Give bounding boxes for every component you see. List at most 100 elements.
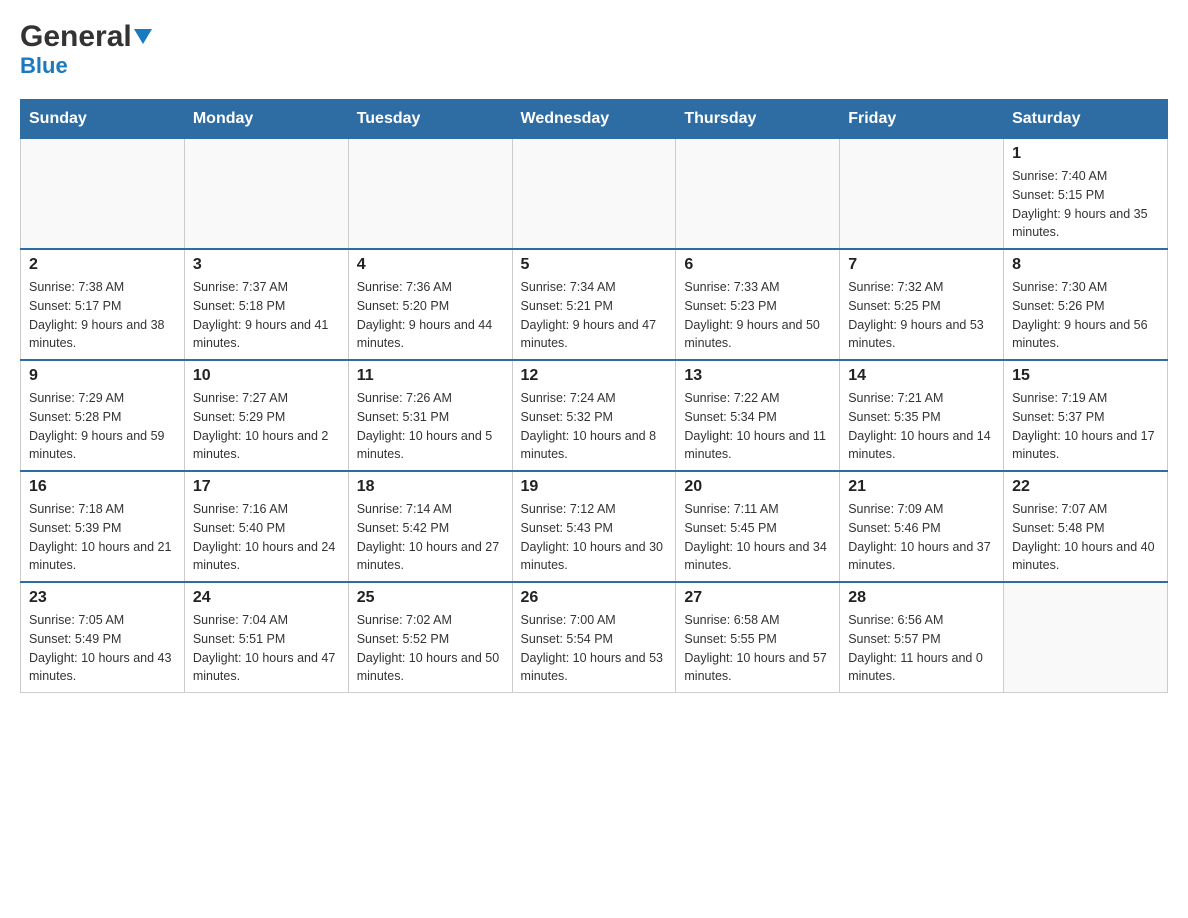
- day-info: Sunrise: 7:33 AM Sunset: 5:23 PM Dayligh…: [684, 278, 831, 353]
- calendar-cell: [184, 139, 348, 250]
- day-number: 8: [1012, 256, 1159, 274]
- day-info: Sunrise: 7:26 AM Sunset: 5:31 PM Dayligh…: [357, 389, 504, 464]
- day-info: Sunrise: 7:40 AM Sunset: 5:15 PM Dayligh…: [1012, 167, 1159, 242]
- day-number: 25: [357, 589, 504, 607]
- day-info: Sunrise: 7:12 AM Sunset: 5:43 PM Dayligh…: [521, 500, 668, 575]
- calendar-cell: 26 Sunrise: 7:00 AM Sunset: 5:54 PM Dayli…: [512, 582, 676, 693]
- day-info: Sunrise: 6:58 AM Sunset: 5:55 PM Dayligh…: [684, 611, 831, 686]
- calendar-cell: 4 Sunrise: 7:36 AM Sunset: 5:20 PM Daylig…: [348, 249, 512, 360]
- calendar-cell: 23Sunrise: 7:05 AM Sunset: 5:49 PM Dayli…: [21, 582, 185, 693]
- day-number: 23: [29, 589, 176, 607]
- calendar-week-1: 1 Sunrise: 7:40 AM Sunset: 5:15 PM Daylig…: [21, 139, 1168, 250]
- day-number: 11: [357, 367, 504, 385]
- day-number: 7: [848, 256, 995, 274]
- header-row: SundayMondayTuesdayWednesdayThursdayFrid…: [21, 100, 1168, 139]
- calendar-cell: 15 Sunrise: 7:19 AM Sunset: 5:37 PM Dayli…: [1004, 360, 1168, 471]
- calendar-cell: 19 Sunrise: 7:12 AM Sunset: 5:43 PM Dayli…: [512, 471, 676, 582]
- day-info: Sunrise: 7:02 AM Sunset: 5:52 PM Dayligh…: [357, 611, 504, 686]
- day-number: 18: [357, 478, 504, 496]
- day-number: 16: [29, 478, 176, 496]
- day-number: 5: [521, 256, 668, 274]
- calendar-cell: 2Sunrise: 7:38 AM Sunset: 5:17 PM Daylig…: [21, 249, 185, 360]
- day-header-saturday: Saturday: [1004, 100, 1168, 139]
- calendar-cell: [676, 139, 840, 250]
- day-header-monday: Monday: [184, 100, 348, 139]
- day-info: Sunrise: 7:30 AM Sunset: 5:26 PM Dayligh…: [1012, 278, 1159, 353]
- day-number: 24: [193, 589, 340, 607]
- day-number: 19: [521, 478, 668, 496]
- day-info: Sunrise: 7:22 AM Sunset: 5:34 PM Dayligh…: [684, 389, 831, 464]
- day-info: Sunrise: 7:16 AM Sunset: 5:40 PM Dayligh…: [193, 500, 340, 575]
- calendar-cell: 20 Sunrise: 7:11 AM Sunset: 5:45 PM Dayli…: [676, 471, 840, 582]
- calendar-cell: 6 Sunrise: 7:33 AM Sunset: 5:23 PM Daylig…: [676, 249, 840, 360]
- calendar-cell: 11 Sunrise: 7:26 AM Sunset: 5:31 PM Dayli…: [348, 360, 512, 471]
- day-info: Sunrise: 7:32 AM Sunset: 5:25 PM Dayligh…: [848, 278, 995, 353]
- calendar-cell: 22 Sunrise: 7:07 AM Sunset: 5:48 PM Dayli…: [1004, 471, 1168, 582]
- day-number: 20: [684, 478, 831, 496]
- calendar-cell: 21 Sunrise: 7:09 AM Sunset: 5:46 PM Dayli…: [840, 471, 1004, 582]
- day-number: 4: [357, 256, 504, 274]
- day-info: Sunrise: 7:36 AM Sunset: 5:20 PM Dayligh…: [357, 278, 504, 353]
- calendar-table: SundayMondayTuesdayWednesdayThursdayFrid…: [20, 99, 1168, 693]
- day-info: Sunrise: 7:21 AM Sunset: 5:35 PM Dayligh…: [848, 389, 995, 464]
- calendar-cell: 28Sunrise: 6:56 AM Sunset: 5:57 PM Dayli…: [840, 582, 1004, 693]
- day-header-thursday: Thursday: [676, 100, 840, 139]
- day-number: 10: [193, 367, 340, 385]
- calendar-cell: 14 Sunrise: 7:21 AM Sunset: 5:35 PM Dayli…: [840, 360, 1004, 471]
- day-info: Sunrise: 7:34 AM Sunset: 5:21 PM Dayligh…: [521, 278, 668, 353]
- calendar-week-4: 16 Sunrise: 7:18 AM Sunset: 5:39 PM Dayli…: [21, 471, 1168, 582]
- logo: General Blue: [20, 20, 152, 79]
- day-info: Sunrise: 7:24 AM Sunset: 5:32 PM Dayligh…: [521, 389, 668, 464]
- calendar-cell: [840, 139, 1004, 250]
- day-info: Sunrise: 7:18 AM Sunset: 5:39 PM Dayligh…: [29, 500, 176, 575]
- day-number: 13: [684, 367, 831, 385]
- calendar-cell: [348, 139, 512, 250]
- calendar-cell: 10 Sunrise: 7:27 AM Sunset: 5:29 PM Dayli…: [184, 360, 348, 471]
- day-number: 2: [29, 256, 176, 274]
- calendar-week-3: 9 Sunrise: 7:29 AM Sunset: 5:28 PM Daylig…: [21, 360, 1168, 471]
- day-info: Sunrise: 7:29 AM Sunset: 5:28 PM Dayligh…: [29, 389, 176, 464]
- calendar-header: SundayMondayTuesdayWednesdayThursdayFrid…: [21, 100, 1168, 139]
- day-info: Sunrise: 7:09 AM Sunset: 5:46 PM Dayligh…: [848, 500, 995, 575]
- day-info: Sunrise: 7:19 AM Sunset: 5:37 PM Dayligh…: [1012, 389, 1159, 464]
- calendar-cell: 1 Sunrise: 7:40 AM Sunset: 5:15 PM Daylig…: [1004, 139, 1168, 250]
- calendar-cell: 25 Sunrise: 7:02 AM Sunset: 5:52 PM Dayli…: [348, 582, 512, 693]
- day-number: 6: [684, 256, 831, 274]
- calendar-cell: 18 Sunrise: 7:14 AM Sunset: 5:42 PM Dayli…: [348, 471, 512, 582]
- day-number: 27: [684, 589, 831, 607]
- calendar-cell: 13 Sunrise: 7:22 AM Sunset: 5:34 PM Dayli…: [676, 360, 840, 471]
- logo-general-text: General: [20, 20, 132, 53]
- day-info: Sunrise: 7:04 AM Sunset: 5:51 PM Dayligh…: [193, 611, 340, 686]
- day-number: 22: [1012, 478, 1159, 496]
- day-number: 15: [1012, 367, 1159, 385]
- logo-blue-text: Blue: [20, 53, 68, 79]
- day-number: 12: [521, 367, 668, 385]
- calendar-cell: 16 Sunrise: 7:18 AM Sunset: 5:39 PM Dayli…: [21, 471, 185, 582]
- calendar-cell: 3 Sunrise: 7:37 AM Sunset: 5:18 PM Daylig…: [184, 249, 348, 360]
- day-info: Sunrise: 7:00 AM Sunset: 5:54 PM Dayligh…: [521, 611, 668, 686]
- day-info: Sunrise: 7:11 AM Sunset: 5:45 PM Dayligh…: [684, 500, 831, 575]
- calendar-cell: 8 Sunrise: 7:30 AM Sunset: 5:26 PM Daylig…: [1004, 249, 1168, 360]
- day-number: 26: [521, 589, 668, 607]
- calendar-cell: [1004, 582, 1168, 693]
- day-number: 3: [193, 256, 340, 274]
- day-number: 9: [29, 367, 176, 385]
- page-header: General Blue: [20, 20, 1168, 79]
- day-number: 21: [848, 478, 995, 496]
- calendar-cell: 9 Sunrise: 7:29 AM Sunset: 5:28 PM Daylig…: [21, 360, 185, 471]
- day-header-friday: Friday: [840, 100, 1004, 139]
- day-number: 17: [193, 478, 340, 496]
- logo-triangle-icon: [134, 29, 152, 44]
- day-header-tuesday: Tuesday: [348, 100, 512, 139]
- calendar-week-5: 23Sunrise: 7:05 AM Sunset: 5:49 PM Dayli…: [21, 582, 1168, 693]
- calendar-cell: 24 Sunrise: 7:04 AM Sunset: 5:51 PM Dayli…: [184, 582, 348, 693]
- calendar-cell: 12 Sunrise: 7:24 AM Sunset: 5:32 PM Dayli…: [512, 360, 676, 471]
- day-info: Sunrise: 7:14 AM Sunset: 5:42 PM Dayligh…: [357, 500, 504, 575]
- calendar-cell: 27 Sunrise: 6:58 AM Sunset: 5:55 PM Dayli…: [676, 582, 840, 693]
- day-number: 1: [1012, 145, 1159, 163]
- day-number: 28: [848, 589, 995, 607]
- day-info: Sunrise: 7:37 AM Sunset: 5:18 PM Dayligh…: [193, 278, 340, 353]
- day-info: Sunrise: 7:27 AM Sunset: 5:29 PM Dayligh…: [193, 389, 340, 464]
- day-number: 14: [848, 367, 995, 385]
- day-info: Sunrise: 7:07 AM Sunset: 5:48 PM Dayligh…: [1012, 500, 1159, 575]
